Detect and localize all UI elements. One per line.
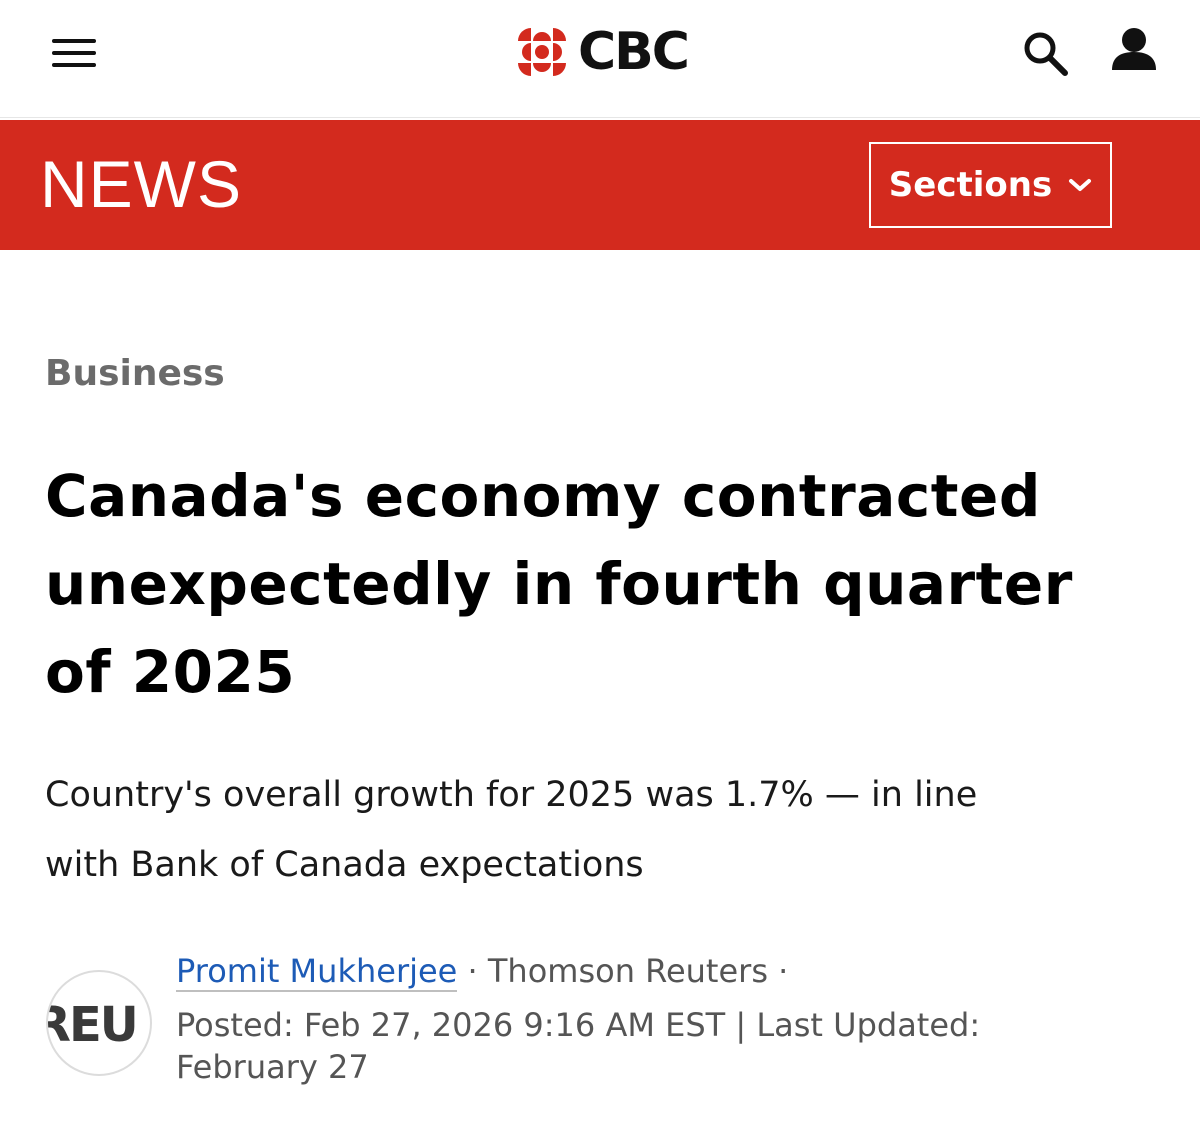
avatar-logo-text: REU xyxy=(48,997,139,1053)
cbc-gem-icon xyxy=(518,28,566,76)
hamburger-menu-icon[interactable] xyxy=(50,36,100,70)
headline-line: Canada's economy contracted xyxy=(45,462,1041,530)
search-icon-graphic xyxy=(1024,32,1068,76)
top-header: CBC xyxy=(0,0,1200,118)
menu-line xyxy=(52,39,96,43)
byline-timestamps: Posted: Feb 27, 2026 9:16 AM EST | Last … xyxy=(176,1004,1156,1088)
deck-line: Country's overall growth for 2025 was 1.… xyxy=(45,775,978,815)
updated-date: February 27 xyxy=(176,1048,369,1086)
posted-timestamp: Posted: Feb 27, 2026 9:16 AM EST | Last … xyxy=(176,1006,981,1044)
logo-text: CBC xyxy=(578,22,690,82)
article-deck: Country's overall growth for 2025 was 1.… xyxy=(45,760,1155,900)
author-avatar: REU xyxy=(46,970,152,1076)
headline-line: of 2025 xyxy=(45,638,296,706)
user-account-icon[interactable] xyxy=(1108,24,1160,76)
byline-authors: Promit Mukherjee · Thomson Reuters · xyxy=(176,948,1156,994)
byline-separator: · xyxy=(467,952,478,990)
news-section-bar: NEWS Sections xyxy=(0,120,1200,250)
byline-organization: Thomson Reuters xyxy=(487,952,768,990)
sections-button[interactable]: Sections xyxy=(869,142,1112,228)
deck-line: with Bank of Canada expectations xyxy=(45,845,644,885)
article-headline: Canada's economy contracted unexpectedly… xyxy=(45,452,1155,716)
menu-line xyxy=(52,51,96,55)
byline-separator: · xyxy=(778,952,789,990)
search-icon[interactable] xyxy=(1020,28,1072,78)
menu-line xyxy=(52,63,96,67)
user-icon-graphic xyxy=(1112,28,1156,70)
news-title[interactable]: NEWS xyxy=(40,144,242,224)
headline-line: unexpectedly in fourth quarter xyxy=(45,550,1073,618)
author-link[interactable]: Promit Mukherjee xyxy=(176,952,458,992)
sections-label: Sections xyxy=(888,165,1053,205)
chevron-down-icon xyxy=(1069,179,1092,191)
article-category[interactable]: Business xyxy=(45,352,225,396)
cbc-logo[interactable]: CBC xyxy=(514,22,690,82)
